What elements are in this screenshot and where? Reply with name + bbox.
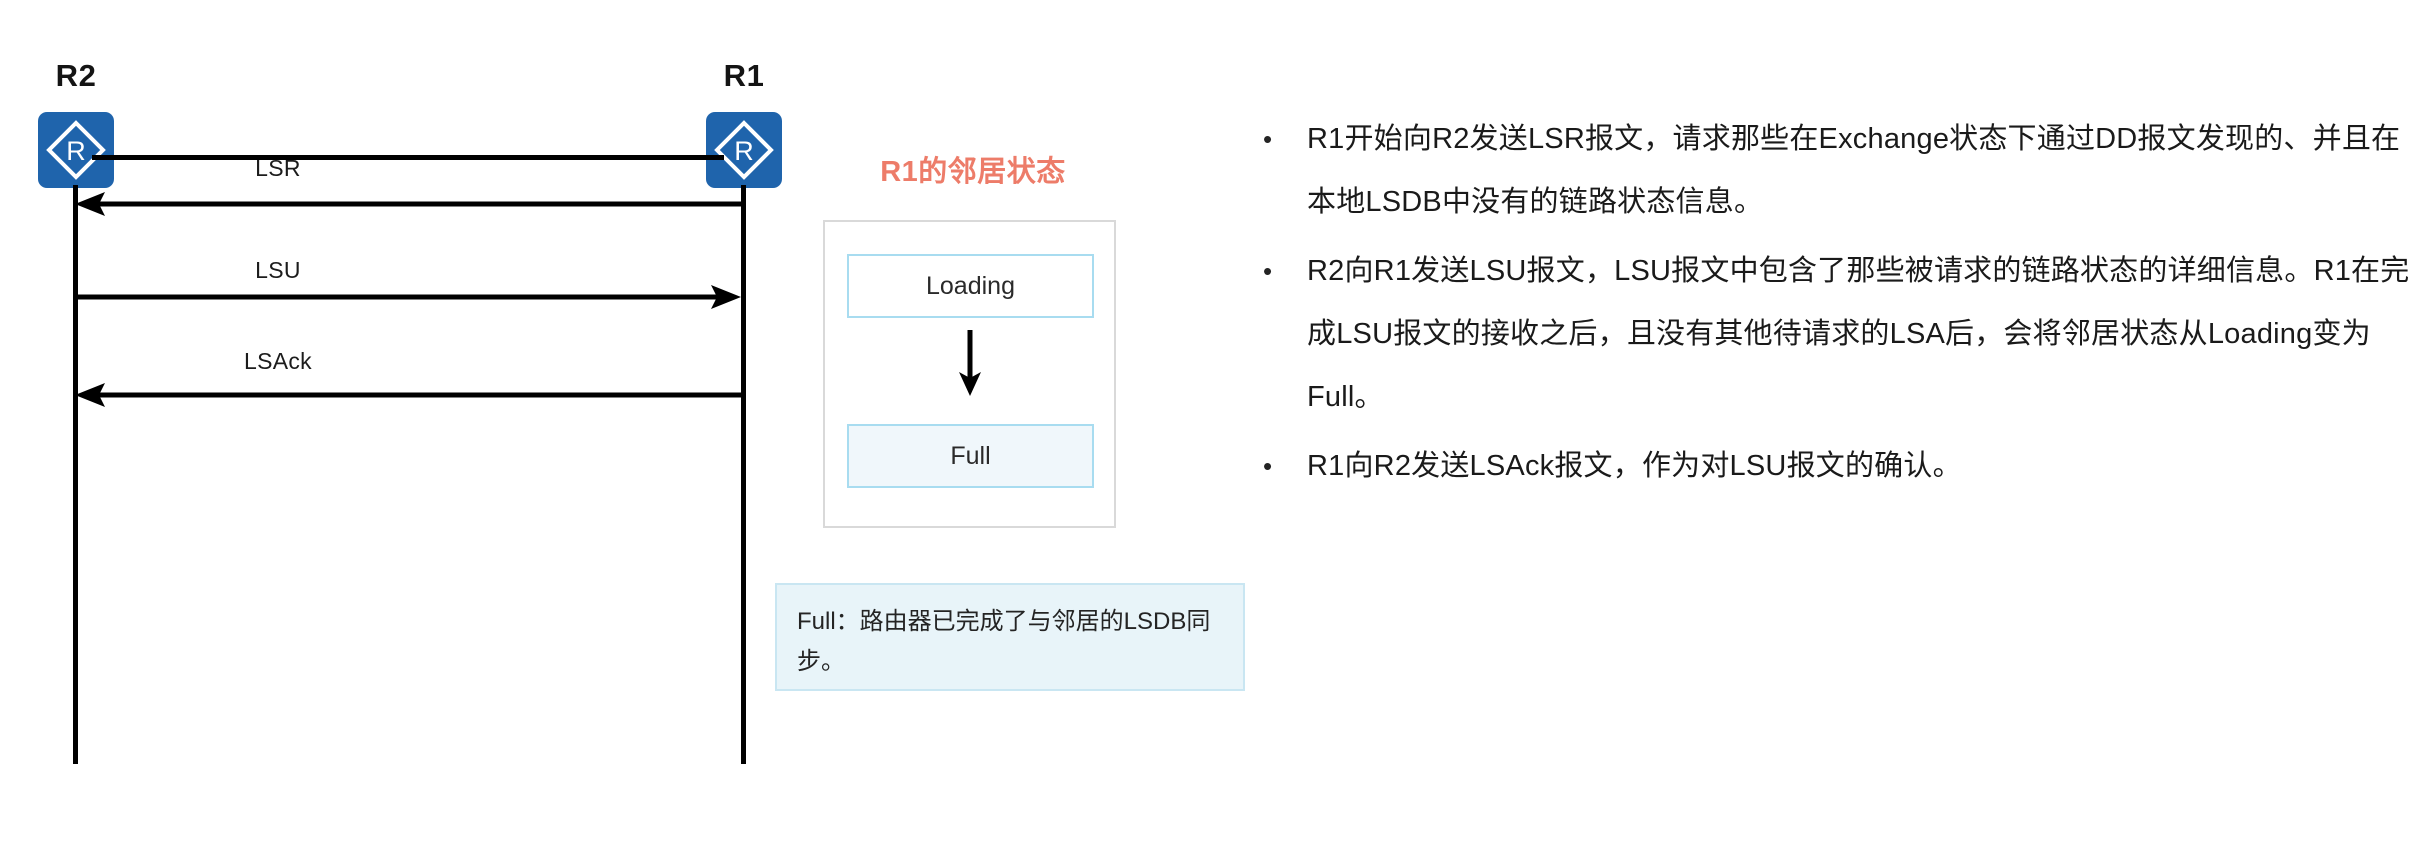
state-machine-box: Loading Full (823, 220, 1116, 528)
message-arrow-lsu (75, 285, 741, 309)
message-label-lsu: LSU (255, 257, 301, 283)
list-item-text: R2向R1发送LSU报文，LSU报文中包含了那些被请求的链路状态的详细信息。R1… (1307, 255, 2410, 413)
lifeline-r1 (741, 185, 746, 764)
lifeline-r2 (73, 185, 78, 764)
full-state-note: Full：路由器已完成了与邻居的LSDB同步。 (775, 583, 1245, 691)
node-label-r2: R2 (55, 58, 97, 93)
down-arrow-icon (957, 330, 983, 401)
list-item-text: R1开始向R2发送LSR报文，请求那些在Exchange状态下通过DD报文发现的… (1307, 123, 2401, 218)
state-item-full: Full (847, 424, 1094, 488)
router-icon: R (706, 112, 782, 188)
message-arrow-lsack (75, 383, 741, 407)
explanation-list: • R1开始向R2发送LSR报文，请求那些在Exchange状态下通过DD报文发… (1255, 108, 2415, 504)
bullet-marker-icon: • (1263, 124, 1273, 154)
list-item: • R2向R1发送LSU报文，LSU报文中包含了那些被请求的链路状态的详细信息。… (1255, 240, 2415, 429)
list-item: • R1开始向R2发送LSR报文，请求那些在Exchange状态下通过DD报文发… (1255, 108, 2415, 234)
router-icon: R (38, 112, 114, 188)
list-item-text: R1向R2发送LSAck报文，作为对LSU报文的确认。 (1307, 450, 1962, 482)
neighbor-state-panel: R1的邻居状态 Loading Full Full：路由器已完成了与邻居的LSD… (775, 0, 1245, 859)
bullet-marker-icon: • (1263, 256, 1273, 286)
svg-text:R: R (734, 136, 754, 166)
node-label-r1: R1 (723, 58, 765, 93)
state-panel-title: R1的邻居状态 (880, 156, 1066, 188)
message-label-lsack: LSAck (244, 348, 312, 374)
message-label-lsr: LSR (255, 155, 301, 181)
slide-canvas: R2 R1 R R LSR LSU LSAck R1的邻居状态 Loading … (0, 0, 2425, 859)
ospf-sequence-diagram: R2 R1 R R LSR LSU LSAck (0, 0, 830, 859)
svg-text:R: R (66, 136, 86, 166)
message-arrow-lsr (75, 192, 741, 216)
bullet-marker-icon: • (1263, 451, 1273, 481)
router-link-line (92, 155, 724, 160)
state-item-loading: Loading (847, 254, 1094, 318)
list-item: • R1向R2发送LSAck报文，作为对LSU报文的确认。 (1255, 435, 2415, 498)
